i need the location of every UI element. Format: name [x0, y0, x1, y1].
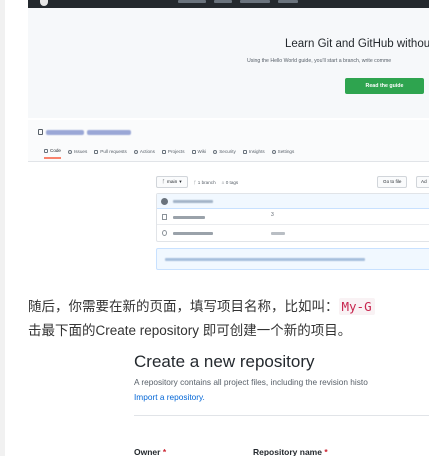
repo-tabs: Code Issues Pull requests Actions Projec… [44, 148, 294, 159]
file-row[interactable] [157, 225, 429, 241]
pull-request-icon [94, 149, 99, 154]
code-icon [44, 148, 48, 153]
tab-settings[interactable]: Settings [271, 149, 294, 158]
repo-owner-blurred [46, 129, 84, 135]
github-logo-icon [40, 0, 48, 6]
nav-item [240, 0, 270, 3]
divider [134, 415, 429, 416]
chevron-down-icon: ▾ [179, 179, 182, 185]
file-icon [162, 230, 167, 236]
repo-name-blurred [38, 129, 131, 135]
file-name-blurred [173, 232, 213, 235]
file-meta-blurred [271, 232, 285, 235]
shield-icon [213, 149, 218, 154]
tab-code[interactable]: Code [44, 148, 61, 159]
create-repo-screenshot: Create a new repository A repository con… [122, 344, 429, 456]
latest-commit-row [157, 194, 429, 209]
gear-icon [271, 149, 276, 154]
owner-label: Owner * [134, 447, 167, 456]
read-guide-button[interactable]: Read the guide [345, 78, 424, 94]
help-banner-text-blurred [165, 258, 365, 261]
nav-item [214, 0, 232, 3]
repo-name-label: Repository name * [253, 447, 328, 456]
tab-security[interactable]: Security [213, 149, 236, 158]
required-mark: * [162, 447, 167, 456]
go-to-file-button[interactable]: Go to file [377, 176, 408, 188]
branch-icon: ᚴ [162, 180, 165, 185]
file-list: 3 [156, 193, 429, 242]
file-name-blurred [173, 216, 205, 219]
instruction-paragraph-2: 击最下面的Create repository 即可创建一个新的项目。 [28, 323, 352, 338]
file-meta: 3 [271, 212, 274, 218]
file-row[interactable]: 3 [157, 209, 429, 225]
repo-title-blurred [87, 129, 131, 135]
nav-item [278, 0, 298, 3]
book-icon [191, 149, 196, 154]
branch-row: ᚴ main ▾ ᚴ 1 branch ⌂ 0 tags [156, 176, 238, 188]
page-description: A repository contains all project files,… [134, 377, 368, 387]
inline-code-project-name: My-G [338, 298, 375, 315]
branches-link[interactable]: ᚴ 1 branch [194, 180, 216, 185]
hero-title: Learn Git and GitHub without [285, 38, 429, 50]
play-icon [133, 149, 138, 154]
branch-select-button[interactable]: ᚴ main ▾ [156, 176, 188, 188]
tab-issues[interactable]: Issues [67, 149, 87, 158]
add-file-button[interactable]: Ad [416, 176, 429, 188]
github-landing-screenshot: Learn Git and GitHub without Using the H… [28, 0, 429, 118]
project-icon [161, 149, 166, 154]
tab-insights[interactable]: Insights [242, 149, 265, 158]
tab-projects[interactable]: Projects [161, 149, 185, 158]
github-topbar [28, 0, 429, 8]
avatar [161, 198, 168, 205]
commit-author-blurred [173, 200, 213, 203]
hero-subtitle: Using the Hello World guide, you'll star… [247, 58, 392, 64]
page-gutter [0, 0, 5, 456]
issue-icon [67, 149, 72, 154]
graph-icon [242, 149, 247, 154]
page-title: Create a new repository [134, 352, 315, 371]
help-banner [156, 248, 429, 270]
tab-pull-requests[interactable]: Pull requests [94, 149, 127, 158]
import-repository-link[interactable]: Import a repository. [134, 392, 205, 402]
repo-icon [38, 129, 43, 135]
repo-header: Code Issues Pull requests Actions Projec… [28, 120, 429, 162]
tab-wiki[interactable]: Wiki [191, 149, 206, 158]
instruction-paragraph-1: 随后，你需要在新的页面，填写项目名称，比如叫： My-G [28, 296, 429, 317]
required-mark: * [324, 447, 328, 456]
nav-item [178, 0, 206, 3]
repo-page-screenshot: Code Issues Pull requests Actions Projec… [28, 120, 429, 275]
tags-link[interactable]: ⌂ 0 tags [222, 180, 239, 185]
topbar-nav [178, 0, 308, 5]
file-icon [162, 214, 167, 220]
tab-actions[interactable]: Actions [133, 149, 155, 158]
